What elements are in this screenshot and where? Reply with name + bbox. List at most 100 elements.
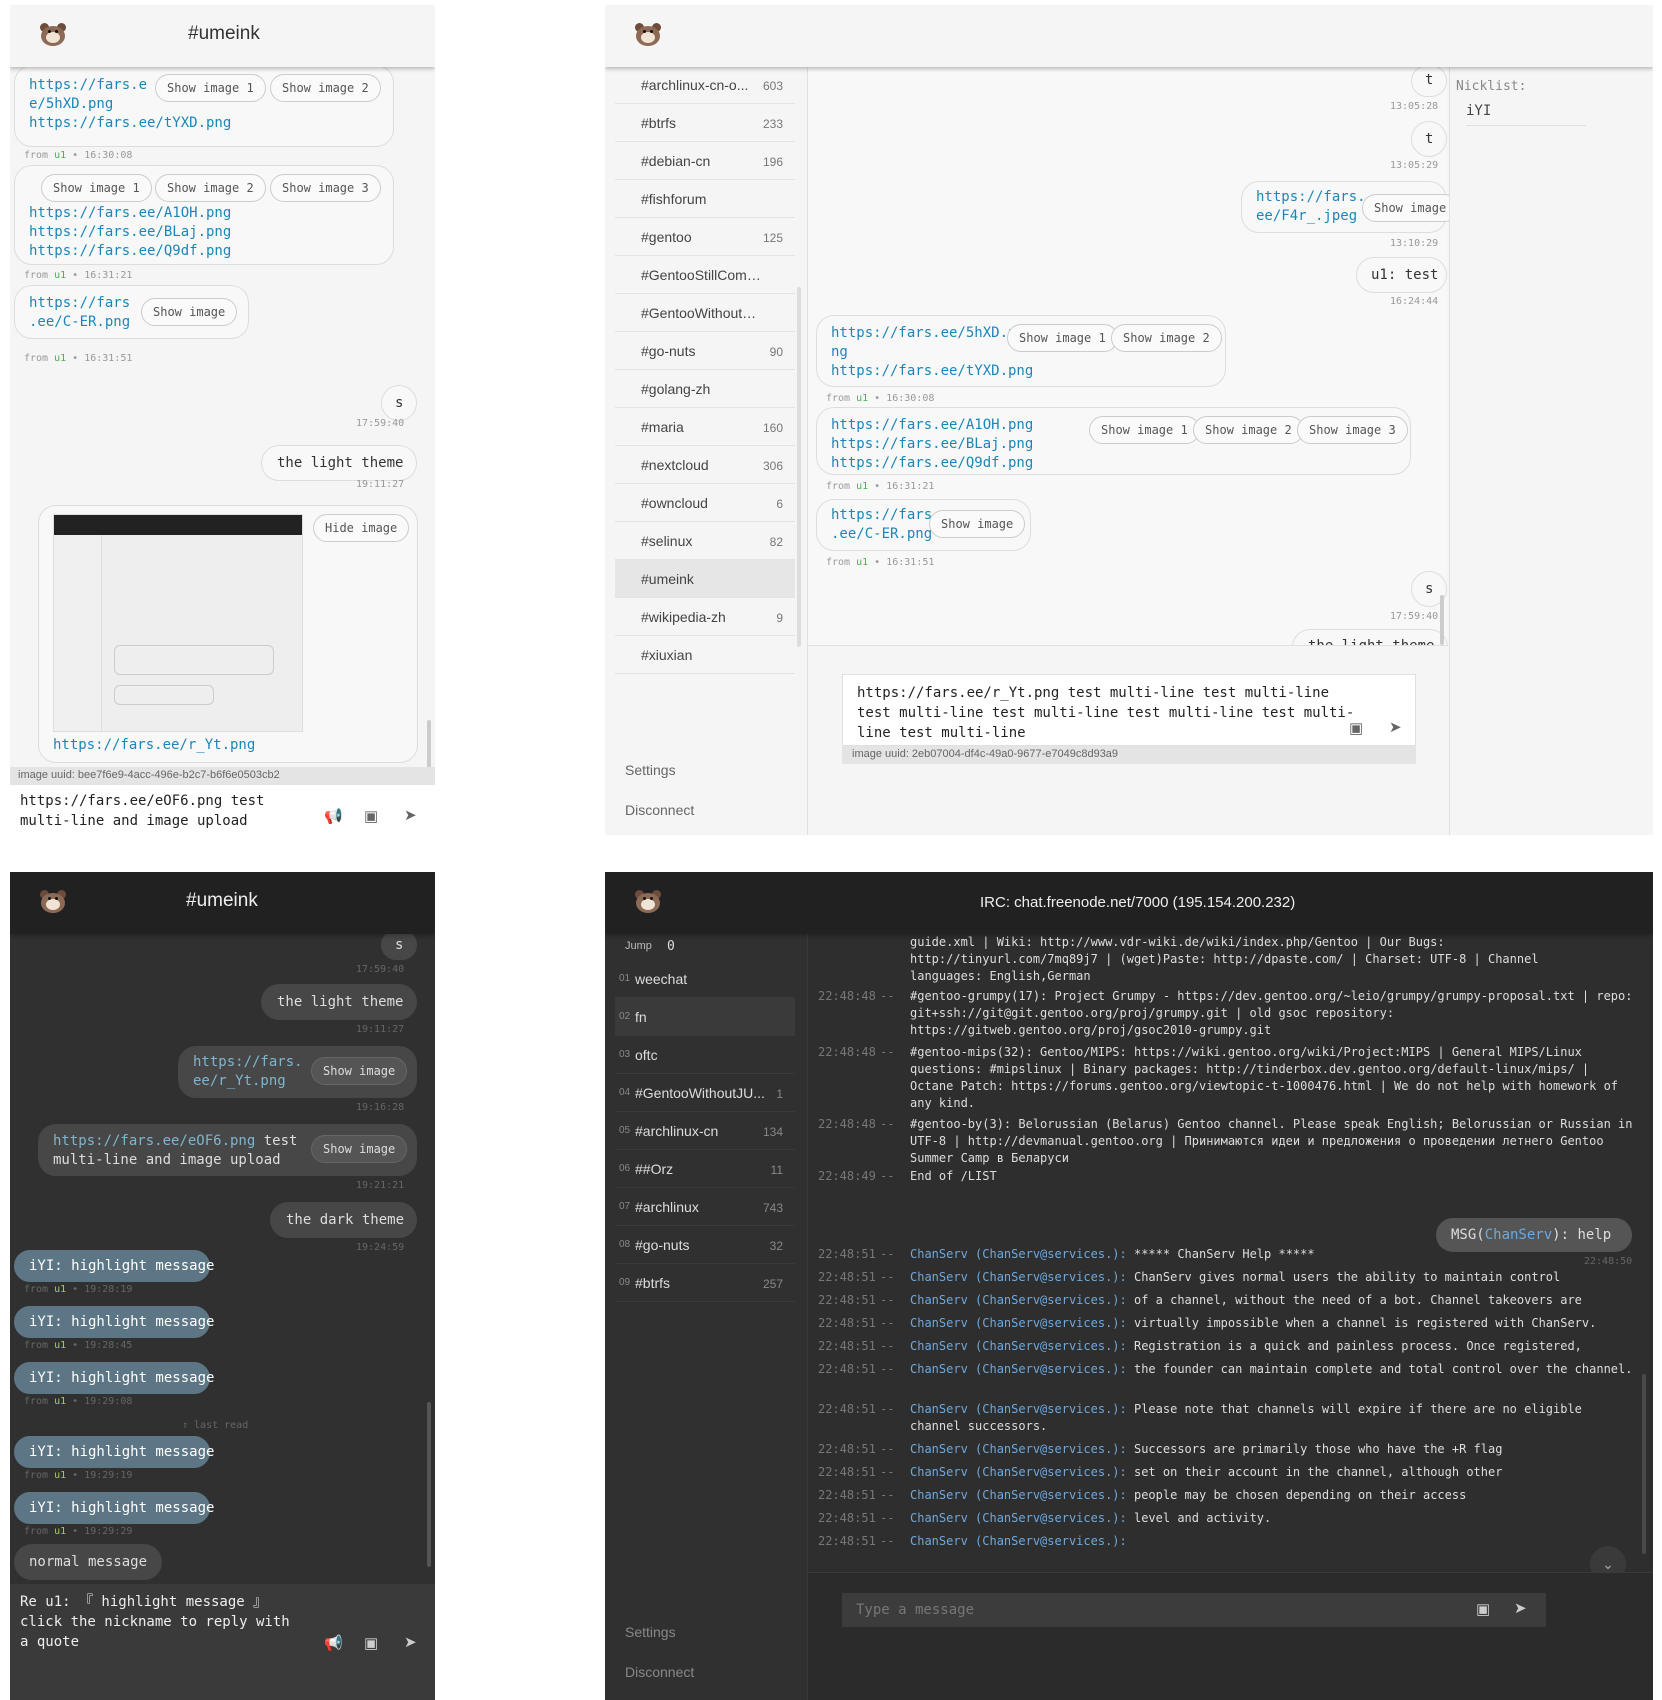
- nick-entry[interactable]: iYI: [1466, 103, 1586, 126]
- host-link[interactable]: (ChanServ@services.):: [975, 1534, 1127, 1548]
- nick-link[interactable]: ChanServ: [910, 1247, 968, 1261]
- link-text[interactable]: https://fars.e: [29, 77, 147, 93]
- sidebar-scrollbar[interactable]: [797, 287, 801, 647]
- show-image-3-button[interactable]: Show image 3: [270, 174, 381, 202]
- host-link[interactable]: (ChanServ@services.):: [975, 1270, 1127, 1284]
- link-text[interactable]: https://fars.ee/5hXD.p: [831, 325, 1016, 341]
- scrollbar-thumb[interactable]: [1440, 595, 1444, 645]
- nick-link[interactable]: ChanServ: [910, 1534, 968, 1548]
- message-input[interactable]: Re u1: 『 highlight message 』 click the ni…: [10, 1584, 435, 1700]
- channel-item[interactable]: #debian-cn 196: [615, 142, 795, 180]
- bear-logo-icon[interactable]: [635, 23, 661, 47]
- buffer-item[interactable]: 03 oftc: [615, 1036, 795, 1074]
- message-input[interactable]: https://fars.ee/eOF6.png test multi-line …: [10, 785, 435, 835]
- bear-logo-icon[interactable]: [40, 23, 66, 47]
- link-text[interactable]: https://fars.ee/BLaj.png: [831, 436, 1033, 452]
- host-link[interactable]: (ChanServ@services.):: [975, 1511, 1127, 1525]
- sender-nick[interactable]: u1: [856, 393, 868, 404]
- link-text[interactable]: ee/r_Yt.png: [193, 1073, 286, 1089]
- channel-item[interactable]: #umeink: [615, 560, 795, 598]
- host-link[interactable]: (ChanServ@services.):: [975, 1362, 1127, 1376]
- nick-link[interactable]: ChanServ: [1485, 1227, 1552, 1243]
- buffer-item[interactable]: 01 weechat: [615, 960, 795, 998]
- message-link[interactable]: https://fars. ee/F4r_.jpeg: [1256, 188, 1366, 226]
- show-image-3-button[interactable]: Show image 3: [1297, 416, 1408, 444]
- link-text[interactable]: https://fars.ee/Q9df.png: [831, 455, 1033, 471]
- disconnect-link[interactable]: Disconnect: [625, 802, 694, 818]
- link-text[interactable]: .ee/C-ER.png: [29, 314, 130, 330]
- sender-nick[interactable]: u1: [54, 1526, 66, 1537]
- nick-link[interactable]: ChanServ: [910, 1339, 968, 1353]
- input-line[interactable]: click the nickname to reply with: [20, 1614, 290, 1630]
- input-placeholder[interactable]: Type a message: [856, 1602, 974, 1618]
- input-line[interactable]: Re u1: 『 highlight message 』: [20, 1594, 267, 1610]
- host-link[interactable]: (ChanServ@services.):: [975, 1465, 1127, 1479]
- buffer-item[interactable]: 07 #archlinux 743: [615, 1188, 795, 1226]
- sender-nick[interactable]: u1: [54, 150, 66, 161]
- link-text[interactable]: https://fars.: [193, 1054, 303, 1070]
- image-icon[interactable]: ▣: [364, 1634, 378, 1652]
- channel-item[interactable]: #nextcloud 306: [615, 446, 795, 484]
- show-image-button[interactable]: Show image: [1362, 194, 1459, 222]
- host-link[interactable]: (ChanServ@services.):: [975, 1339, 1127, 1353]
- settings-link[interactable]: Settings: [625, 1624, 676, 1640]
- host-link[interactable]: (ChanServ@services.):: [975, 1293, 1127, 1307]
- show-image-1-button[interactable]: Show image 1: [155, 74, 266, 102]
- link-text[interactable]: https://fars.ee/tYXD.png: [831, 363, 1033, 379]
- host-link[interactable]: (ChanServ@services.):: [975, 1247, 1127, 1261]
- jump-input[interactable]: 0: [667, 939, 675, 954]
- disconnect-link[interactable]: Disconnect: [625, 1664, 694, 1680]
- image-icon[interactable]: ▣: [1476, 1600, 1490, 1618]
- bear-logo-icon[interactable]: [40, 890, 66, 914]
- channel-item[interactable]: #go-nuts 90: [615, 332, 795, 370]
- input-line[interactable]: multi-line and image upload: [20, 813, 248, 829]
- message-link[interactable]: https://fars.ee/5hXD.p ng https://fars.ee/…: [831, 324, 1033, 381]
- send-icon[interactable]: ➤: [1389, 718, 1402, 736]
- link-text[interactable]: https://fars.ee/Q9df.png: [29, 243, 231, 259]
- buffer-item[interactable]: 05 #archlinux-cn 134: [615, 1112, 795, 1150]
- sender-nick[interactable]: u1: [54, 353, 66, 364]
- host-link[interactable]: (ChanServ@services.):: [975, 1442, 1127, 1456]
- show-image-2-button[interactable]: Show image 2: [1111, 324, 1222, 352]
- link-text[interactable]: .ee/C-ER.png: [831, 526, 932, 542]
- show-image-button[interactable]: Show image: [141, 298, 238, 326]
- host-link[interactable]: (ChanServ@services.):: [975, 1402, 1127, 1416]
- sender-nick[interactable]: u1: [54, 1396, 66, 1407]
- nick-link[interactable]: ChanServ: [910, 1442, 968, 1456]
- message-input[interactable]: Type a message ▣ ➤: [842, 1593, 1546, 1627]
- buffer-item[interactable]: 06 ##Orz 11: [615, 1150, 795, 1188]
- message-link[interactable]: https://fars.ee/r_Yt.png: [53, 736, 255, 755]
- channel-item[interactable]: #fishforum: [615, 180, 795, 218]
- show-image-2-button[interactable]: Show image 2: [270, 74, 381, 102]
- message-link[interactable]: https://fars .ee/C-ER.png: [831, 506, 932, 544]
- message-link[interactable]: https://fars.ee/eOF6.png: [53, 1133, 255, 1149]
- scrollbar-thumb[interactable]: [427, 1402, 431, 1567]
- show-image-1-button[interactable]: Show image 1: [41, 174, 152, 202]
- sender-nick[interactable]: u1: [54, 1284, 66, 1295]
- host-link[interactable]: (ChanServ@services.):: [975, 1488, 1127, 1502]
- link-text[interactable]: https://fars: [831, 507, 932, 523]
- nick-link[interactable]: ChanServ: [910, 1293, 968, 1307]
- input-line[interactable]: a quote: [20, 1634, 79, 1650]
- buffer-item[interactable]: 04 #GentooWithoutJU... 1: [615, 1074, 795, 1112]
- settings-link[interactable]: Settings: [625, 762, 676, 778]
- scrollbar-thumb[interactable]: [427, 720, 431, 770]
- show-image-1-button[interactable]: Show image 1: [1089, 416, 1200, 444]
- channel-item[interactable]: #selinux 82: [615, 522, 795, 560]
- nick-link[interactable]: ChanServ: [910, 1270, 968, 1284]
- channel-item[interactable]: #wikipedia-zh 9: [615, 598, 795, 636]
- input-line[interactable]: line test multi-line: [857, 725, 1026, 741]
- channel-item[interactable]: #gentoo 125: [615, 218, 795, 256]
- buffer-item[interactable]: 02 fn: [615, 998, 795, 1036]
- link-text[interactable]: https://fars.ee/A1OH.png: [831, 417, 1033, 433]
- image-icon[interactable]: ▣: [1349, 719, 1363, 737]
- link-text[interactable]: https://fars.ee/BLaj.png: [29, 224, 231, 240]
- nick-link[interactable]: ChanServ: [910, 1511, 968, 1525]
- show-image-button[interactable]: Show image: [929, 510, 1026, 538]
- send-icon[interactable]: ➤: [404, 1633, 417, 1651]
- channel-item[interactable]: #btrfs 233: [615, 104, 795, 142]
- message-links[interactable]: https://fars.ee/A1OH.png https://fars.ee/…: [29, 204, 231, 261]
- show-image-1-button[interactable]: Show image 1: [1007, 324, 1118, 352]
- input-line[interactable]: test multi-line test multi-line test mul…: [857, 705, 1354, 721]
- hide-image-button[interactable]: Hide image: [313, 514, 410, 542]
